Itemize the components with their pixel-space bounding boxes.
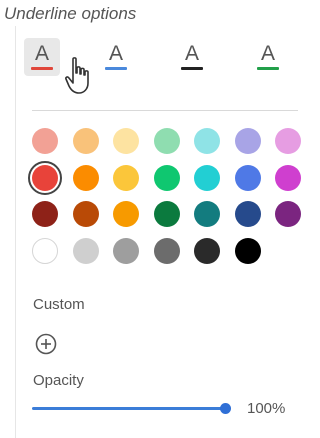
underline-swatch-bar xyxy=(31,67,53,70)
color-swatch[interactable] xyxy=(72,237,99,264)
color-swatch[interactable] xyxy=(72,164,99,191)
underline-letter: A xyxy=(184,42,199,65)
color-swatch[interactable] xyxy=(113,237,139,264)
underline-option-red[interactable]: A xyxy=(24,38,60,76)
color-swatch[interactable] xyxy=(153,164,180,191)
color-swatch[interactable] xyxy=(234,201,261,227)
underline-swatch-bar xyxy=(105,67,127,70)
divider xyxy=(32,110,298,111)
color-swatch[interactable] xyxy=(194,237,220,264)
underline-color-panel: A A A A Custom Opacity 100% xyxy=(15,26,314,438)
underline-option-black[interactable]: A xyxy=(174,38,210,76)
color-swatch[interactable] xyxy=(234,237,261,264)
color-swatch[interactable] xyxy=(72,201,99,227)
color-swatch[interactable] xyxy=(194,128,220,154)
color-swatch[interactable] xyxy=(194,164,220,191)
color-swatch[interactable] xyxy=(32,201,58,227)
color-swatch[interactable] xyxy=(113,164,139,191)
underline-letter: A xyxy=(34,42,49,65)
underline-letter: A xyxy=(108,42,123,65)
underline-letter: A xyxy=(260,42,275,65)
color-swatch[interactable] xyxy=(275,201,301,227)
underline-swatch-bar xyxy=(181,67,203,70)
custom-label: Custom xyxy=(33,296,85,313)
color-swatch[interactable] xyxy=(275,164,301,191)
color-swatch[interactable] xyxy=(234,128,261,154)
color-swatch[interactable] xyxy=(32,237,58,264)
color-swatch[interactable] xyxy=(194,201,220,227)
color-swatch[interactable] xyxy=(153,201,180,227)
color-swatch[interactable] xyxy=(275,128,301,154)
opacity-value: 100% xyxy=(247,400,286,417)
color-swatch[interactable] xyxy=(153,128,180,154)
color-swatch[interactable] xyxy=(32,128,58,154)
color-swatch[interactable] xyxy=(234,164,261,191)
plus-circle-icon[interactable] xyxy=(35,333,57,355)
underline-option-green[interactable]: A xyxy=(250,38,286,76)
underline-swatch-bar xyxy=(257,67,279,70)
color-swatch[interactable] xyxy=(153,237,180,264)
opacity-slider-thumb[interactable] xyxy=(220,403,231,414)
caption-title: Underline options xyxy=(4,4,137,23)
opacity-slider-track[interactable] xyxy=(32,407,224,410)
underline-option-blue[interactable]: A xyxy=(98,38,134,76)
opacity-label: Opacity xyxy=(33,372,84,389)
hand-pointer-icon xyxy=(65,57,89,94)
color-swatch[interactable] xyxy=(113,201,139,227)
color-swatch[interactable] xyxy=(72,128,99,154)
color-swatch[interactable] xyxy=(113,128,139,154)
color-swatch[interactable] xyxy=(32,164,58,191)
